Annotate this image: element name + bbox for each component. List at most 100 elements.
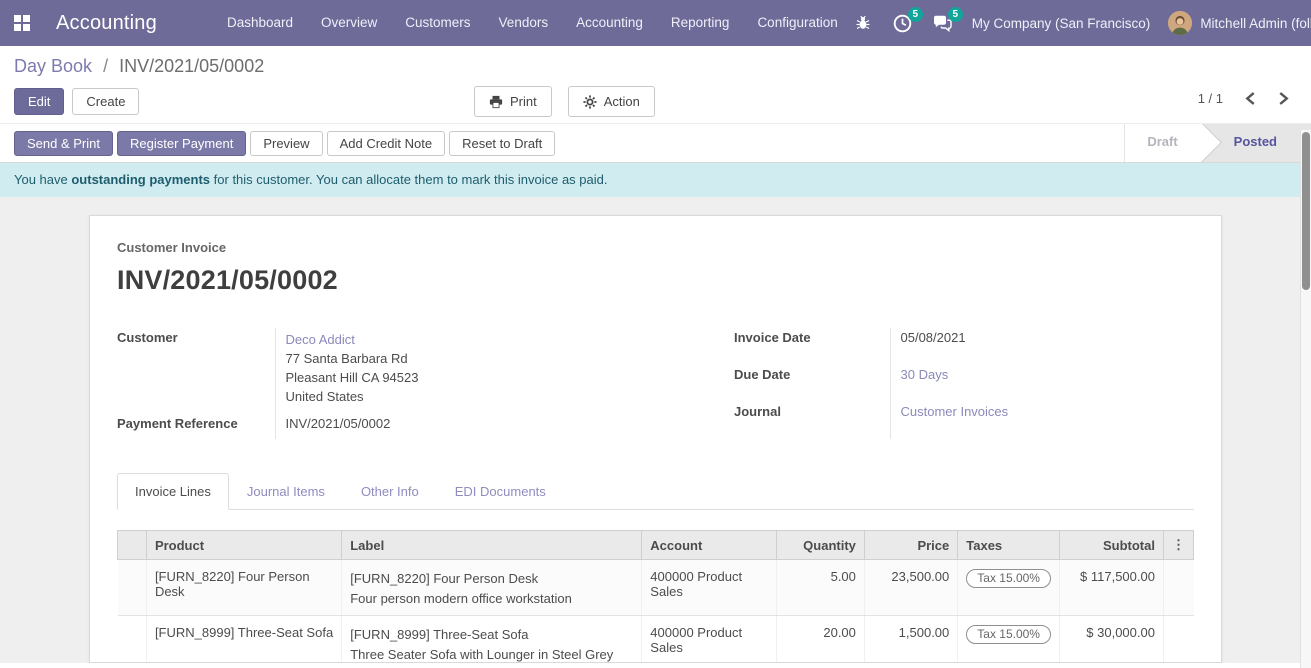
tax-badge: Tax 15.00% [966,625,1051,644]
scrollbar-thumb[interactable] [1302,132,1310,290]
company-switcher[interactable]: My Company (San Francisco) [972,16,1151,31]
cell-account: 400000 Product Sales [642,616,776,664]
breadcrumb: Day Book / INV/2021/05/0002 [0,46,1311,79]
header-handle [118,531,147,560]
user-avatar [1168,11,1192,35]
pager-previous-icon[interactable] [1245,92,1256,105]
edit-button[interactable]: Edit [14,88,64,115]
payment-reference-value: INV/2021/05/0002 [275,414,657,439]
customer-link[interactable]: Deco Addict [286,330,658,349]
register-payment-button[interactable]: Register Payment [117,131,246,156]
header-account[interactable]: Account [642,531,776,560]
row-handle-cell [118,616,147,664]
customer-address-line1: 77 Santa Barbara Rd [286,349,658,368]
apps-menu-icon[interactable] [14,15,30,31]
breadcrumb-separator: / [103,56,108,76]
message-count-badge: 5 [948,7,963,22]
pager-next-icon[interactable] [1278,92,1289,105]
header-price[interactable]: Price [864,531,957,560]
state-draft[interactable]: Draft [1124,123,1201,163]
state-widget: Draft Posted [1124,123,1311,163]
cell-label-line2: Three Seater Sofa with Lounger in Steel … [350,645,633,663]
activities-clock-icon[interactable]: 5 [892,12,914,34]
activity-count-badge: 5 [908,7,923,22]
invoice-date-value: 05/08/2021 [890,328,1194,365]
form-view: Customer Invoice INV/2021/05/0002 Custom… [0,197,1311,663]
menu-dashboard[interactable]: Dashboard [213,0,307,46]
header-label[interactable]: Label [342,531,642,560]
customer-label: Customer [117,328,275,414]
printer-icon [489,95,503,109]
user-menu[interactable]: Mitchell Admin (followup) [1168,11,1311,35]
cell-price: 23,500.00 [864,560,957,616]
vertical-scrollbar[interactable] [1300,130,1311,668]
journal-label: Journal [734,402,890,439]
preview-button[interactable]: Preview [250,131,322,156]
tab-edi-documents[interactable]: EDI Documents [437,473,564,510]
notebook-tabs: Invoice Lines Journal Items Other Info E… [117,473,1194,510]
outstanding-payments-alert: You have outstanding payments for this c… [0,163,1311,197]
journal-link[interactable]: Customer Invoices [901,404,1009,419]
customer-field-group: Customer Deco Addict 77 Santa Barbara Rd… [117,328,657,439]
optional-columns-icon[interactable]: ⋮ [1163,531,1193,560]
action-button-label: Action [604,94,640,109]
tab-journal-items[interactable]: Journal Items [229,473,343,510]
header-taxes[interactable]: Taxes [958,531,1060,560]
debug-bug-icon[interactable] [852,12,874,34]
menu-vendors[interactable]: Vendors [485,0,563,46]
row-handle-cell [118,560,147,616]
dates-field-group: Invoice Date 05/08/2021 Due Date 30 Days… [734,328,1194,439]
action-button[interactable]: Action [568,86,655,117]
tab-invoice-lines[interactable]: Invoice Lines [117,473,229,510]
cell-label-line2: Four person modern office workstation [350,589,633,609]
statusbar: Send & Print Register Payment Preview Ad… [0,123,1311,163]
due-date-label: Due Date [734,365,890,402]
menu-overview[interactable]: Overview [307,0,391,46]
header-subtotal[interactable]: Subtotal [1059,531,1163,560]
cell-quantity: 5.00 [776,560,864,616]
control-panel: Edit Create Print [0,79,1311,123]
print-button-label: Print [510,94,537,109]
reset-to-draft-button[interactable]: Reset to Draft [449,131,555,156]
document-type-label: Customer Invoice [117,240,1194,255]
cell-label-line1: [FURN_8220] Four Person Desk [350,569,633,589]
header-product[interactable]: Product [146,531,341,560]
alert-text-bold: outstanding payments [71,172,210,187]
send-and-print-button[interactable]: Send & Print [14,131,113,156]
gear-icon [583,95,597,109]
create-button[interactable]: Create [72,88,139,115]
invoice-date-label: Invoice Date [734,328,890,365]
app-brand[interactable]: Accounting [56,12,157,35]
alert-text-before: You have [14,172,71,187]
tab-other-info[interactable]: Other Info [343,473,437,510]
breadcrumb-current: INV/2021/05/0002 [119,56,264,76]
cell-subtotal: $ 30,000.00 [1059,616,1163,664]
cell-product: [FURN_8999] Three-Seat Sofa [146,616,341,664]
cell-quantity: 20.00 [776,616,864,664]
pager-value[interactable]: 1 / 1 [1198,91,1223,106]
invoice-sheet: Customer Invoice INV/2021/05/0002 Custom… [89,215,1222,663]
invoice-line-row[interactable]: [FURN_8220] Four Person Desk [FURN_8220]… [118,560,1194,616]
payment-reference-label: Payment Reference [117,414,275,439]
due-date-link[interactable]: 30 Days [901,367,949,382]
menu-customers[interactable]: Customers [391,0,484,46]
top-navbar: Accounting Dashboard Overview Customers … [0,0,1311,46]
cell-account: 400000 Product Sales [642,560,776,616]
cell-subtotal: $ 117,500.00 [1059,560,1163,616]
top-menu: Dashboard Overview Customers Vendors Acc… [213,0,852,46]
header-quantity[interactable]: Quantity [776,531,864,560]
invoice-lines-table: Product Label Account Quantity Price Tax… [117,530,1194,663]
customer-address-line2: Pleasant Hill CA 94523 [286,368,658,387]
add-credit-note-button[interactable]: Add Credit Note [327,131,446,156]
menu-configuration[interactable]: Configuration [743,0,851,46]
invoice-number: INV/2021/05/0002 [117,265,1194,296]
menu-accounting[interactable]: Accounting [562,0,657,46]
breadcrumb-parent[interactable]: Day Book [14,56,92,76]
customer-address-line3: United States [286,387,658,406]
invoice-line-row[interactable]: [FURN_8999] Three-Seat Sofa [FURN_8999] … [118,616,1194,664]
menu-reporting[interactable]: Reporting [657,0,744,46]
cell-product: [FURN_8220] Four Person Desk [146,560,341,616]
print-button[interactable]: Print [474,86,552,117]
messages-chat-icon[interactable]: 5 [932,12,954,34]
alert-text-after: for this customer. You can allocate them… [210,172,607,187]
